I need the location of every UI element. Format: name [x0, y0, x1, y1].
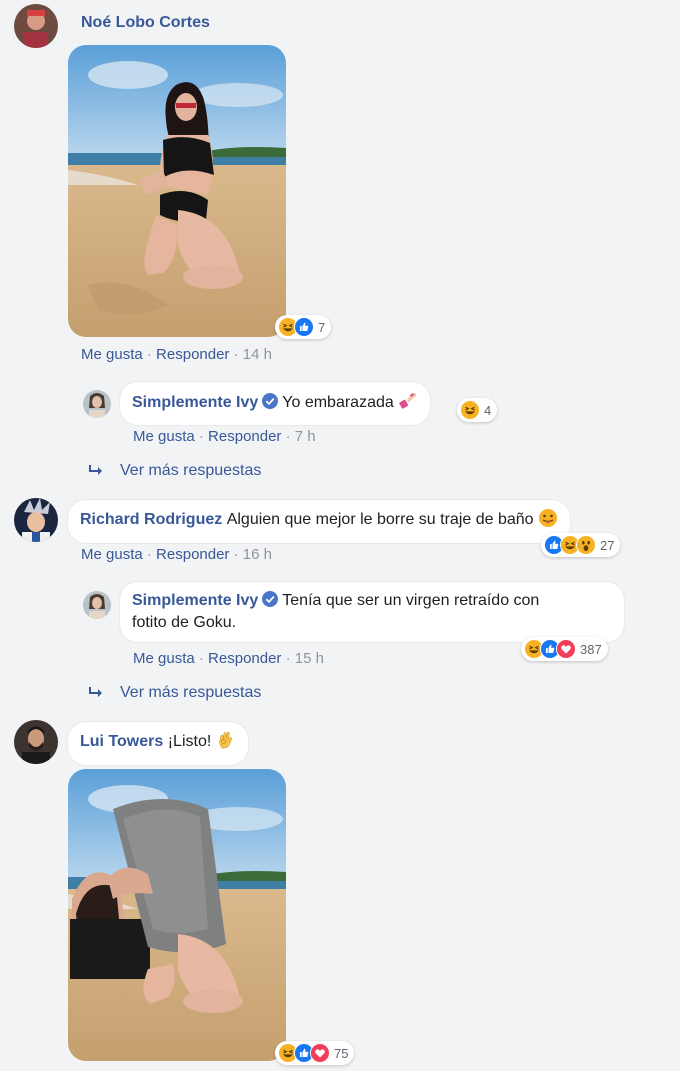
love-icon — [310, 1043, 330, 1063]
comment-photo-attachment[interactable] — [68, 769, 286, 1061]
avatar-image — [83, 591, 111, 619]
like-link[interactable]: Me gusta — [133, 650, 195, 667]
avatar[interactable] — [14, 720, 58, 764]
comment-photo-attachment[interactable] — [68, 45, 286, 337]
avatar[interactable] — [14, 498, 58, 542]
timestamp[interactable]: 15 h — [295, 650, 324, 667]
reply-link[interactable]: Responder — [156, 346, 229, 363]
separator: · — [233, 546, 243, 563]
reply-text: Yo embarazada — [282, 394, 394, 411]
love-icon — [556, 639, 576, 659]
separator: · — [146, 346, 157, 363]
view-more-replies-link[interactable]: Ver más respuestas — [120, 462, 261, 480]
comment-text: Alguien que mejor le borre su traje de b… — [226, 511, 534, 528]
comment-actions: Me gusta · Responder · 14 h — [81, 346, 272, 363]
reply-arrow-icon — [88, 686, 104, 705]
like-link[interactable]: Me gusta — [81, 346, 143, 363]
reactions-summary[interactable]: 27 — [541, 533, 621, 557]
separator: · — [285, 428, 295, 445]
separator: · — [146, 546, 157, 563]
timestamp[interactable]: 16 h — [243, 546, 272, 563]
reply-author[interactable]: Simplemente Ivy — [132, 592, 258, 609]
like-icon — [294, 317, 314, 337]
comment-text: ¡Listo! — [167, 733, 212, 750]
reaction-count: 4 — [484, 402, 492, 418]
separator: · — [233, 346, 243, 363]
reply-link[interactable]: Responder — [208, 650, 281, 667]
wow-icon — [576, 535, 596, 555]
view-more-replies-link[interactable]: Ver más respuestas — [120, 684, 261, 702]
comment-actions: Me gusta · Responder · 16 h — [81, 546, 272, 563]
reply-actions: Me gusta · Responder · 15 h — [133, 650, 324, 667]
reply-text-line-1: Tenía que ser un virgen retraído con — [282, 592, 540, 609]
like-link[interactable]: Me gusta — [81, 546, 143, 563]
reply-avatar[interactable] — [83, 591, 111, 619]
avatar-image — [14, 720, 58, 764]
reply-link[interactable]: Responder — [156, 546, 229, 563]
comment-bubble: Richard Rodriguez Alguien que mejor le b… — [68, 500, 570, 543]
reply-avatar[interactable] — [83, 390, 111, 418]
separator: · — [285, 650, 295, 667]
comment-author[interactable]: Noé Lobo Cortes — [81, 14, 210, 32]
separator: · — [198, 428, 209, 445]
reaction-count: 7 — [318, 319, 326, 335]
comment-bubble: Lui Towers ¡Listo! — [68, 722, 248, 765]
comment-author[interactable]: Richard Rodriguez — [80, 511, 222, 528]
reply-text-line-2: fotito de Goku. — [132, 614, 237, 631]
reply-bubble: Simplemente Ivy Tenía que ser un virgen r… — [120, 582, 624, 642]
avatar-image — [83, 390, 111, 418]
timestamp[interactable]: 7 h — [295, 428, 316, 445]
edited-beach-photo-image — [68, 769, 286, 1061]
avatar-image — [14, 4, 58, 48]
separator: · — [198, 650, 209, 667]
beach-photo-image — [68, 45, 286, 337]
reaction-count: 27 — [600, 537, 615, 553]
reply-author[interactable]: Simplemente Ivy — [132, 394, 258, 411]
reactions-summary[interactable]: 387 — [521, 637, 608, 661]
reply-actions: Me gusta · Responder · 7 h — [133, 428, 316, 445]
verified-badge-icon — [262, 591, 279, 607]
timestamp[interactable]: 14 h — [243, 346, 272, 363]
reactions-summary[interactable]: 7 — [275, 315, 332, 339]
tongue-out-icon — [538, 508, 558, 535]
reaction-count: 75 — [334, 1045, 349, 1061]
haha-icon — [460, 400, 480, 420]
reply-bubble: Simplemente Ivy Yo embarazada — [120, 382, 431, 425]
reactions-summary[interactable]: 4 — [457, 398, 498, 422]
reaction-count: 387 — [580, 641, 602, 657]
reactions-summary[interactable]: 75 — [275, 1041, 355, 1065]
comment-author[interactable]: Lui Towers — [80, 733, 163, 750]
reply-arrow-icon — [88, 464, 104, 483]
ok-hand-icon — [216, 730, 236, 757]
reply-link[interactable]: Responder — [208, 428, 281, 445]
like-link[interactable]: Me gusta — [133, 428, 195, 445]
avatar[interactable] — [14, 4, 58, 48]
avatar-image — [14, 498, 58, 542]
nail-polish-icon — [398, 390, 418, 417]
verified-badge-icon — [262, 393, 279, 409]
